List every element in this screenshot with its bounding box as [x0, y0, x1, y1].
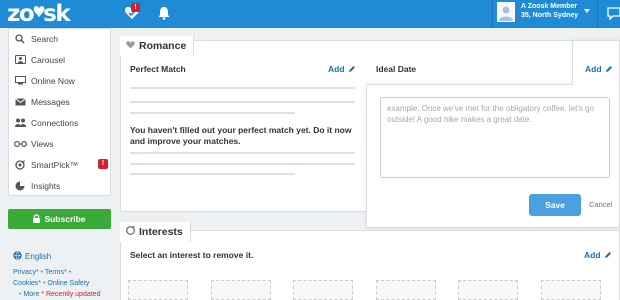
smartpick-badge: !: [98, 159, 108, 169]
add-interest-link[interactable]: Add: [584, 250, 612, 260]
chat-icon[interactable]: [603, 3, 620, 23]
sidebar-nav: Search Carousel Online Now Messages Conn…: [8, 28, 111, 196]
placeholder-line: [130, 112, 295, 114]
add-label: Add: [328, 64, 345, 74]
sidebar-item-label: Connections: [31, 117, 79, 128]
placeholder-line: [130, 152, 355, 154]
terms-link[interactable]: Terms*: [45, 269, 67, 276]
perfect-match-label: Perfect Match: [130, 64, 186, 74]
add-ideal-date-link[interactable]: Add: [585, 64, 613, 74]
connections-icon: [12, 118, 28, 128]
subscribe-button[interactable]: Subscribe: [8, 209, 111, 229]
search-icon: [12, 33, 28, 44]
interest-placeholder: [211, 280, 271, 300]
sidebar-item-messages[interactable]: Messages: [9, 91, 110, 112]
pencil-icon: [604, 252, 611, 258]
footer-links-row-1: Privacy* • Terms* •: [13, 269, 72, 276]
interests-prompt: Select an interest to remove it.: [130, 250, 254, 260]
insights-icon: [12, 181, 28, 191]
avatar[interactable]: [497, 2, 515, 22]
footer-links-row-2: Cookies* • Online Safety: [13, 280, 90, 287]
romance-section-tab: Romance: [120, 36, 194, 56]
interest-placeholder: [293, 280, 353, 300]
sidebar-item-label: Views: [31, 138, 54, 149]
sidebar-item-search[interactable]: Search: [9, 28, 110, 49]
glasses-icon: [12, 140, 28, 147]
add-perfect-match-link[interactable]: Add: [328, 64, 356, 74]
sidebar-item-online-now[interactable]: Online Now: [9, 70, 110, 91]
interests-title: Interests: [139, 226, 183, 238]
interest-placeholder: [128, 280, 188, 300]
save-button[interactable]: Save: [529, 194, 581, 216]
online-now-icon: [12, 76, 28, 85]
sidebar-item-views[interactable]: Views: [9, 133, 110, 154]
ideal-date-textarea[interactable]: example: Once we've met for the obligato…: [380, 97, 610, 178]
lock-icon: [33, 213, 41, 225]
sidebar-item-label: Carousel: [31, 54, 66, 65]
globe-icon: [13, 251, 22, 262]
cookies-link[interactable]: Cookies*: [13, 280, 41, 287]
language-selector[interactable]: English: [13, 251, 51, 262]
language-label: English: [25, 252, 52, 261]
divider: [597, 0, 598, 28]
pencil-icon: [605, 66, 612, 72]
sidebar-item-label: Search: [31, 33, 58, 44]
heart-icon: [126, 40, 135, 52]
sidebar-item-label: Insights: [31, 180, 61, 191]
sidebar-item-carousel[interactable]: Carousel: [9, 49, 110, 70]
footer-links-row-3: • More * Recently updated: [19, 291, 101, 298]
interests-section-tab: Interests: [120, 222, 191, 242]
carousel-icon: [12, 55, 28, 64]
privacy-link[interactable]: Privacy*: [13, 269, 39, 276]
sidebar-item-connections[interactable]: Connections: [9, 112, 110, 133]
sidebar-item-insights[interactable]: Insights: [9, 175, 110, 196]
notification-badge: !: [131, 3, 140, 12]
interests-icon: [126, 225, 135, 238]
envelope-icon: [12, 97, 28, 106]
member-name[interactable]: A Zoosk Member: [521, 3, 577, 10]
sidebar-item-label: Messages: [31, 96, 70, 107]
divider: [492, 0, 493, 28]
smartpick-icon: [12, 159, 28, 170]
online-safety-link[interactable]: Online Safety: [47, 280, 89, 287]
perfect-match-message: You haven't filled out your perfect matc…: [130, 125, 352, 146]
ideal-date-add-tab: [572, 40, 620, 85]
placeholder-line: [130, 101, 355, 103]
sidebar-item-label: Online Now: [31, 75, 75, 86]
sidebar-item-label: SmartPick™: [31, 159, 79, 170]
add-label: Add: [585, 64, 602, 74]
interest-placeholder: [376, 280, 436, 300]
member-location: 35, North Sydney: [521, 12, 579, 19]
top-bar: zo♥sk zoosk ! A Zoosk Member 35, North S…: [0, 0, 620, 28]
add-label: Add: [584, 250, 601, 260]
placeholder-line: [130, 163, 355, 165]
cancel-link[interactable]: Cancel: [589, 200, 612, 209]
chevron-down-icon[interactable]: [584, 9, 590, 13]
placeholder-line: [130, 87, 355, 89]
bell-icon[interactable]: [153, 3, 175, 23]
pencil-icon: [348, 66, 355, 72]
interest-placeholder: [541, 280, 601, 300]
interest-placeholder: [458, 280, 518, 300]
more-link[interactable]: More: [23, 291, 39, 298]
romance-title: Romance: [139, 40, 187, 52]
recently-updated-note: * Recently updated: [41, 291, 101, 298]
sidebar-item-smartpick[interactable]: SmartPick™ !: [9, 154, 110, 175]
subscribe-label: Subscribe: [44, 214, 86, 224]
zoosk-logo[interactable]: zo♥sk: [7, 0, 71, 26]
placeholder-line: [130, 173, 295, 175]
ideal-date-label: Ideal Date: [376, 64, 417, 74]
